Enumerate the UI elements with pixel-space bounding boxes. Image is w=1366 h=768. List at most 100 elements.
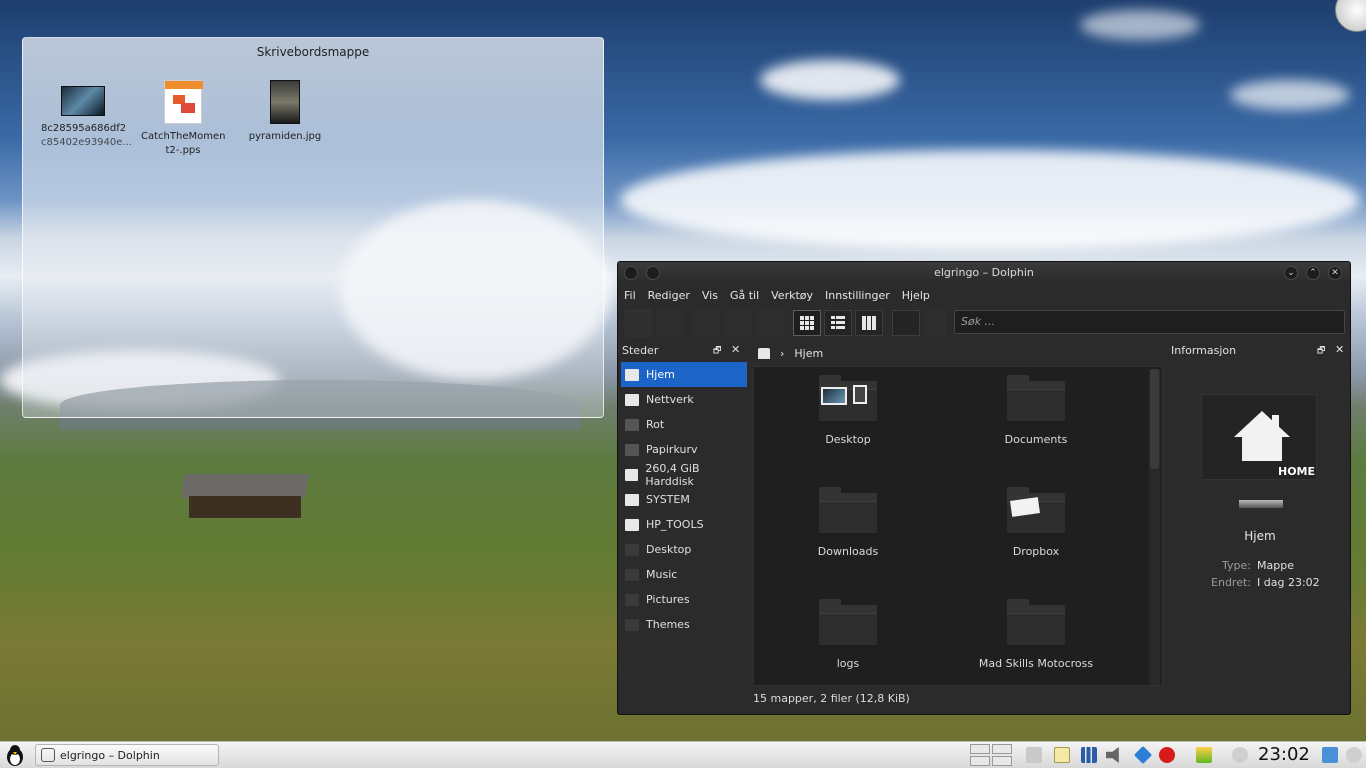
breadcrumb-current[interactable]: Hjem [794,347,823,360]
home-icon[interactable] [758,347,770,359]
folder-label: logs [836,657,860,670]
menu-view[interactable]: Vis [702,289,718,305]
cloud [620,150,1360,250]
grid-icon [800,316,814,330]
trash-icon[interactable] [924,309,946,337]
details-icon [831,316,845,329]
dolphin-window: elgringo – Dolphin ⌄ ⌃ ✕ Fil Rediger Vis… [617,261,1351,715]
forward-icon[interactable] [656,309,684,337]
place-desktop[interactable]: Desktop [621,537,747,562]
menu-settings[interactable]: Innstillinger [825,289,890,305]
place-label: SYSTEM [646,493,690,506]
home-folder-preview: HOME [1201,394,1317,480]
info-modified-key: Endret: [1211,576,1251,589]
place-label: Music [646,568,678,581]
presentation-file-icon [164,80,203,124]
file-view[interactable]: Desktop Documents Downloads Dropbox logs… [753,366,1163,686]
volume-muted-icon[interactable] [1106,747,1119,763]
cloud [1080,10,1200,40]
folder-icon [1007,599,1065,645]
folder-icon [625,568,639,581]
network-signal-icon[interactable] [1081,747,1097,763]
folder-item-logs[interactable]: logs [778,599,918,670]
minimize-icon[interactable]: ⌄ [1284,266,1298,280]
panel-toolbox-icon[interactable] [1346,747,1362,763]
menu-file[interactable]: Fil [624,289,636,305]
folder-item-mad-skills[interactable]: Mad Skills Motocross [966,599,1106,670]
undock-icon[interactable]: 🗗 [713,343,721,359]
show-desktop-icon[interactable] [1322,747,1338,763]
folder-item-downloads[interactable]: Downloads [778,487,918,558]
folder-item-desktop[interactable]: Desktop [778,375,918,446]
place-harddisk[interactable]: 260,4 GiB Harddisk [621,462,747,488]
desktop-file-pps[interactable]: CatchTheMomen t2-.pps [141,80,225,158]
desktop-file-jpg[interactable]: pyramiden.jpg [243,80,327,144]
place-themes[interactable]: Themes [621,612,747,637]
folder-view-title: Skrivebordsmappe [256,45,370,59]
tray-arrow-icon[interactable] [1026,747,1042,763]
back-icon[interactable] [624,309,652,337]
place-label: Nettverk [646,393,694,406]
toolbar: Søk ... [618,308,1350,338]
place-trash[interactable]: Papirkurv [621,437,747,462]
taskbar: elgringo – Dolphin 23:02 [0,741,1366,768]
window-titlebar[interactable]: elgringo – Dolphin ⌄ ⌃ ✕ [618,262,1350,284]
tux-launcher-icon[interactable] [4,743,26,767]
folder-icon [819,375,877,421]
place-label: Themes [646,618,690,631]
desktop-file-image[interactable]: 8c28595a686df2 c85402e93940e... [41,86,132,150]
folder-item-dropbox[interactable]: Dropbox [966,487,1106,558]
folder-icon [1007,375,1065,421]
icons-view-button[interactable] [793,310,821,336]
clock[interactable]: 23:02 [1258,744,1310,765]
battery-icon[interactable] [1196,747,1212,763]
pager[interactable] [970,744,1014,766]
search-input[interactable]: Søk ... [954,310,1345,334]
place-label: Desktop [646,543,692,556]
info-type-row: Type: Mappe [1171,559,1349,572]
menu-edit[interactable]: Rediger [648,289,690,305]
folder-label: Documents [1004,433,1068,446]
breadcrumb-separator-icon[interactable]: › [780,347,784,360]
opera-icon[interactable] [1159,747,1175,763]
file-name-line2: t2-.pps [165,145,201,156]
maximize-icon[interactable]: ⌃ [1306,266,1320,280]
place-root[interactable]: Rot [621,412,747,437]
place-system[interactable]: SYSTEM [621,487,747,512]
folder-item-documents[interactable]: Documents [966,375,1106,446]
cashew-icon[interactable] [1335,0,1366,32]
details-view-button[interactable] [824,310,852,336]
place-music[interactable]: Music [621,562,747,587]
place-network[interactable]: Nettverk [621,387,747,412]
panel-close-icon[interactable]: ✕ [1335,343,1344,356]
place-home[interactable]: Hjem [621,362,747,387]
reload-icon[interactable] [756,309,784,337]
home-preview-label: HOME [1278,465,1316,478]
drive-icon [625,493,639,506]
close-icon[interactable]: ✕ [1328,266,1342,280]
home-icon[interactable] [724,309,752,337]
file-name-line1: CatchTheMomen [141,131,226,142]
columns-view-button[interactable] [855,310,883,336]
menu-go[interactable]: Gå til [730,289,759,305]
place-label: Papirkurv [646,443,698,456]
place-hp-tools[interactable]: HP_TOOLS [621,512,747,537]
notifications-icon[interactable] [1232,747,1248,763]
up-icon[interactable] [692,309,720,337]
vertical-scrollbar[interactable] [1149,369,1160,685]
clipboard-icon[interactable] [1054,747,1070,763]
scrollbar-thumb[interactable] [1150,369,1159,469]
folder-label: Dropbox [1012,545,1060,558]
task-dolphin[interactable]: elgringo – Dolphin [35,744,219,766]
dropbox-icon[interactable] [1133,745,1153,765]
barn [181,474,309,518]
menu-tools[interactable]: Verktøy [771,289,813,305]
panel-close-icon[interactable]: ✕ [731,343,740,356]
split-view-button[interactable] [892,310,920,336]
undock-icon[interactable]: 🗗 [1317,343,1325,359]
info-type-value: Mappe [1257,559,1294,572]
place-pictures[interactable]: Pictures [621,587,747,612]
status-bar: 15 mapper, 2 filer (12,8 KiB) [753,692,910,705]
menu-help[interactable]: Hjelp [902,289,930,305]
drive-icon [625,468,639,481]
